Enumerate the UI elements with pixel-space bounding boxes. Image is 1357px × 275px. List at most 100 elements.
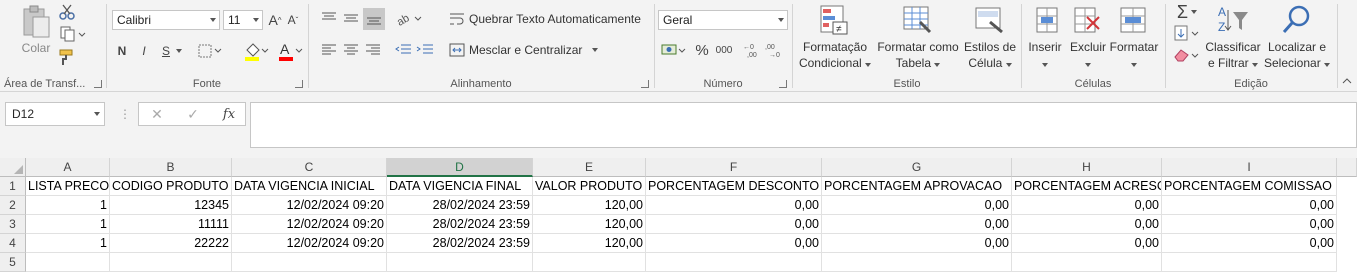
cell-d4[interactable]: 28/02/2024 23:59	[387, 234, 533, 253]
cell-i2[interactable]: 0,00	[1162, 196, 1337, 215]
cell-c2[interactable]: 12/02/2024 09:20	[232, 196, 387, 215]
delete-label[interactable]: Excluir	[1066, 39, 1110, 55]
cell-g3[interactable]: 0,00	[822, 215, 1012, 234]
align-middle-icon[interactable]	[341, 8, 361, 28]
sort-filter-button[interactable]: e Filtrar	[1202, 55, 1264, 71]
cell-g4[interactable]: 0,00	[822, 234, 1012, 253]
cell-f5[interactable]	[646, 253, 822, 272]
column-header-i[interactable]: I	[1162, 158, 1337, 177]
cell-c4[interactable]: 12/02/2024 09:20	[232, 234, 387, 253]
delete-dropdown[interactable]	[1066, 55, 1110, 71]
cell-a2[interactable]: 1	[26, 196, 110, 215]
cancel-icon[interactable]: ✕	[147, 105, 167, 123]
italic-button[interactable]: I	[137, 41, 151, 61]
cell-e4[interactable]: 120,00	[533, 234, 646, 253]
delete-cells-icon[interactable]	[1072, 3, 1102, 37]
cell-b3[interactable]: 11111	[110, 215, 232, 234]
orientation-icon[interactable]: ab	[395, 8, 423, 28]
bold-button[interactable]: N	[115, 41, 129, 61]
number-format-select[interactable]: Geral	[658, 10, 788, 30]
align-top-icon[interactable]	[319, 8, 339, 28]
thousands-separator-button[interactable]: 000	[713, 40, 735, 60]
fill-color-icon[interactable]	[243, 40, 269, 62]
row-header-1[interactable]: 1	[0, 177, 26, 196]
column-header-a[interactable]: A	[26, 158, 110, 177]
cell-b5[interactable]	[110, 253, 232, 272]
align-center-icon[interactable]	[341, 40, 361, 60]
decrease-indent-icon[interactable]	[393, 40, 413, 60]
increase-decimal-icon[interactable]: ←0,00	[743, 40, 763, 60]
column-header-e[interactable]: E	[533, 158, 646, 177]
sort-filter-line1[interactable]: Classificar	[1202, 39, 1264, 55]
clipboard-launcher-icon[interactable]	[94, 80, 102, 88]
cell-d3[interactable]: 28/02/2024 23:59	[387, 215, 533, 234]
format-cells-icon[interactable]	[1118, 3, 1148, 37]
select-all-button[interactable]	[0, 158, 26, 177]
align-right-icon[interactable]	[363, 40, 383, 60]
find-select-line1[interactable]: Localizar e	[1264, 39, 1330, 55]
column-header-h[interactable]: H	[1012, 158, 1162, 177]
cell-h5[interactable]	[1012, 253, 1162, 272]
cell-f1[interactable]: PORCENTAGEM DESCONTO	[646, 177, 822, 196]
find-select-button[interactable]: Selecionar	[1264, 55, 1331, 71]
formula-input[interactable]	[250, 102, 1357, 148]
number-launcher-icon[interactable]	[779, 80, 787, 88]
row-header-2[interactable]: 2	[0, 196, 26, 215]
cell-styles-icon[interactable]	[973, 3, 1007, 37]
cell-h4[interactable]: 0,00	[1012, 234, 1162, 253]
cell-f3[interactable]: 0,00	[646, 215, 822, 234]
cut-icon[interactable]	[58, 4, 76, 20]
insert-function-button[interactable]: fx	[219, 105, 239, 123]
fill-icon[interactable]	[1172, 24, 1202, 42]
font-size-select[interactable]: 11	[223, 10, 263, 30]
cell-f2[interactable]: 0,00	[646, 196, 822, 215]
cell-g2[interactable]: 0,00	[822, 196, 1012, 215]
cell-i4[interactable]: 0,00	[1162, 234, 1337, 253]
insert-label[interactable]: Inserir	[1022, 39, 1068, 55]
cell-styles-line1[interactable]: Estilos de	[959, 39, 1021, 55]
font-color-icon[interactable]: A	[277, 40, 303, 62]
paste-icon[interactable]	[18, 4, 54, 40]
cell-e2[interactable]: 120,00	[533, 196, 646, 215]
underline-button[interactable]: S	[159, 41, 173, 61]
formula-bar-grip-icon[interactable]: ⋮	[119, 106, 131, 122]
cell-a1[interactable]: LISTA PRECO	[26, 177, 110, 196]
format-as-table-icon[interactable]	[901, 3, 935, 37]
alignment-launcher-icon[interactable]	[641, 80, 649, 88]
format-as-table-line1[interactable]: Formatar como	[875, 39, 961, 55]
cell-d5[interactable]	[387, 253, 533, 272]
conditional-formatting-line1[interactable]: Formatação	[795, 39, 875, 55]
cell-c1[interactable]: DATA VIGENCIA INICIAL	[232, 177, 387, 196]
cell-b4[interactable]: 22222	[110, 234, 232, 253]
cell-i3[interactable]: 0,00	[1162, 215, 1337, 234]
cell-a4[interactable]: 1	[26, 234, 110, 253]
cell-b1[interactable]: CODIGO PRODUTO	[110, 177, 232, 196]
autosum-icon[interactable]: Σ	[1172, 2, 1202, 22]
conditional-formatting-button[interactable]: Condicional	[795, 55, 875, 71]
cell-e5[interactable]	[533, 253, 646, 272]
shrink-font-icon[interactable]: Aˇ	[285, 10, 301, 30]
cell-styles-button[interactable]: Célula	[959, 55, 1021, 71]
decrease-decimal-icon[interactable]: ,00 →0	[765, 40, 785, 60]
cell-h1[interactable]: PORCENTAGEM ACRESCI	[1012, 177, 1162, 196]
align-left-icon[interactable]	[319, 40, 339, 60]
find-select-icon[interactable]	[1280, 3, 1314, 37]
percent-button[interactable]: %	[693, 40, 711, 60]
cell-h3[interactable]: 0,00	[1012, 215, 1162, 234]
align-bottom-icon[interactable]	[363, 8, 385, 30]
paste-label[interactable]: Colar	[14, 40, 58, 56]
cell-a5[interactable]	[26, 253, 110, 272]
name-box[interactable]: D12	[5, 102, 105, 126]
enter-icon[interactable]: ✓	[183, 105, 203, 123]
column-header-g[interactable]: G	[822, 158, 1012, 177]
cell-c3[interactable]: 12/02/2024 09:20	[232, 215, 387, 234]
cell-e1[interactable]: VALOR PRODUTO	[533, 177, 646, 196]
format-painter-icon[interactable]	[58, 48, 76, 66]
cell-d1[interactable]: DATA VIGENCIA FINAL	[387, 177, 533, 196]
row-header-4[interactable]: 4	[0, 234, 26, 253]
cell-d2[interactable]: 28/02/2024 23:59	[387, 196, 533, 215]
format-label[interactable]: Formatar	[1108, 39, 1160, 55]
cell-c5[interactable]	[232, 253, 387, 272]
grow-font-icon[interactable]: A ^	[267, 10, 283, 30]
conditional-formatting-icon[interactable]: ≠	[819, 3, 849, 37]
